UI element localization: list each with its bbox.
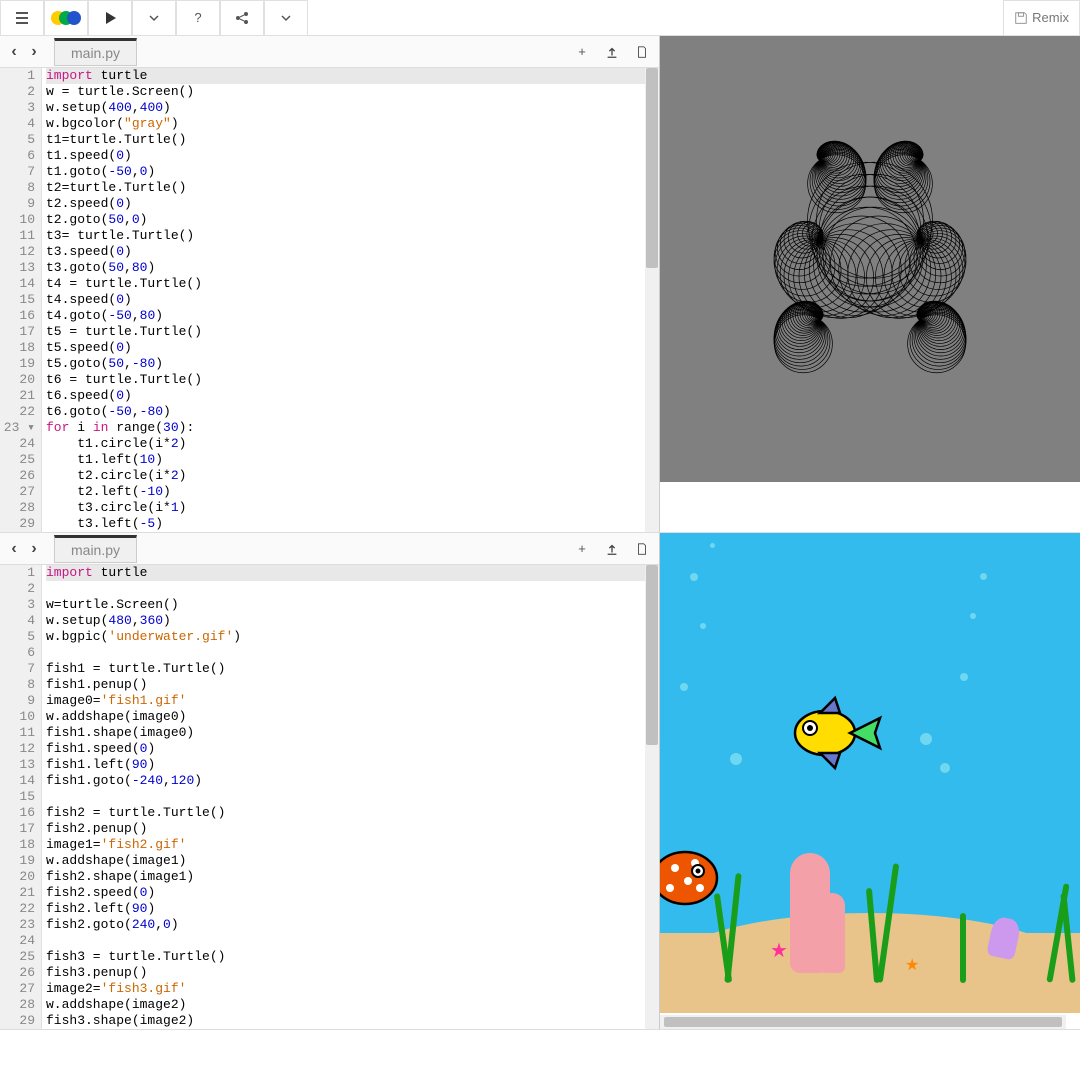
output-pane-2: ★ ★ xyxy=(660,533,1080,1029)
seaweed xyxy=(960,913,966,983)
starfish: ★ xyxy=(905,955,919,975)
bubble xyxy=(680,683,688,691)
bubble xyxy=(700,623,706,629)
scrollbar-vertical[interactable] xyxy=(645,68,659,532)
fish-sprite-1 xyxy=(780,693,890,773)
line-gutter: 1234567891011121314151617181920212223242… xyxy=(0,565,42,1029)
add-file-icon[interactable]: + xyxy=(571,538,593,560)
add-file-icon[interactable]: + xyxy=(571,41,593,63)
turtle-canvas-2: ★ ★ xyxy=(660,533,1080,1013)
document-icon[interactable] xyxy=(631,41,653,63)
bubble xyxy=(710,543,715,548)
ide-instance-2: ‹ › main.py + 12345678910111213141516171… xyxy=(0,533,1080,1030)
output-pane-1 xyxy=(660,36,1080,532)
editor-pane: ‹ › main.py + 12345678910111213141516171… xyxy=(0,36,660,532)
starfish: ★ xyxy=(770,938,788,963)
next-tab-icon[interactable]: › xyxy=(26,539,42,559)
help-button[interactable]: ? xyxy=(176,0,220,36)
share-button[interactable] xyxy=(220,0,264,36)
bubble xyxy=(730,753,742,765)
save-icon xyxy=(1014,11,1028,25)
bubble xyxy=(920,733,932,745)
tab-row: ‹ › main.py + xyxy=(0,36,659,68)
fish-sprite-2 xyxy=(660,843,730,913)
code-editor-1[interactable]: 1234567891011121314151617181920212223 ▾2… xyxy=(0,68,659,532)
run-button[interactable] xyxy=(88,0,132,36)
turtle-canvas-1 xyxy=(660,36,1080,482)
bubble xyxy=(970,613,976,619)
bubble xyxy=(940,763,950,773)
line-gutter: 1234567891011121314151617181920212223 ▾2… xyxy=(0,68,42,532)
run-dropdown[interactable] xyxy=(132,0,176,36)
scrollbar-horizontal[interactable] xyxy=(660,1013,1080,1029)
prev-tab-icon[interactable]: ‹ xyxy=(6,42,22,62)
toolbar: ? Remix xyxy=(0,0,1080,36)
scrollbar-vertical[interactable] xyxy=(645,565,659,1029)
tab-row-2: ‹ › main.py + xyxy=(0,533,659,565)
remix-button[interactable]: Remix xyxy=(1003,0,1080,36)
ide-instance-1: ? Remix ‹ › main.py + 123456789101112131… xyxy=(0,0,1080,533)
prev-tab-icon[interactable]: ‹ xyxy=(6,539,22,559)
menu-button[interactable] xyxy=(0,0,44,36)
code-editor-2[interactable]: 1234567891011121314151617181920212223242… xyxy=(0,565,659,1029)
code-area[interactable]: import turtlew = turtle.Screen()w.setup(… xyxy=(42,68,659,532)
bubble xyxy=(960,673,968,681)
bubble xyxy=(980,573,987,580)
logo-icon xyxy=(44,0,88,36)
share-dropdown[interactable] xyxy=(264,0,308,36)
file-tab[interactable]: main.py xyxy=(54,38,137,66)
remix-label: Remix xyxy=(1032,10,1069,25)
document-icon[interactable] xyxy=(631,538,653,560)
coral xyxy=(820,893,845,973)
upload-icon[interactable] xyxy=(601,538,623,560)
file-tab[interactable]: main.py xyxy=(54,535,137,563)
next-tab-icon[interactable]: › xyxy=(26,42,42,62)
code-area[interactable]: import turtlew=turtle.Screen()w.setup(48… xyxy=(42,565,659,1029)
spirograph-output xyxy=(710,50,1030,430)
bubble xyxy=(690,573,698,581)
editor-pane-2: ‹ › main.py + 12345678910111213141516171… xyxy=(0,533,660,1029)
upload-icon[interactable] xyxy=(601,41,623,63)
